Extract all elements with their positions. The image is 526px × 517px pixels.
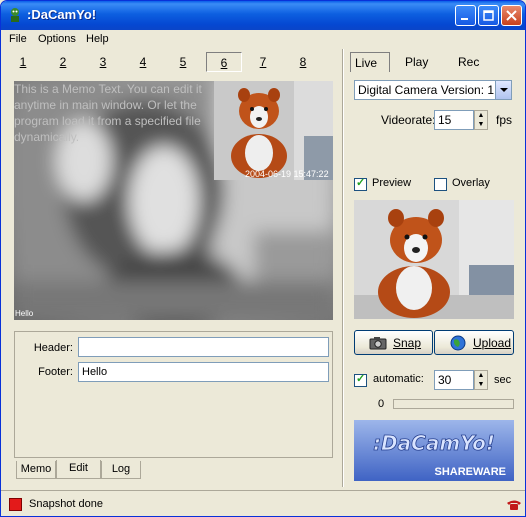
- header-label: Header:: [33, 342, 73, 354]
- maximize-icon: [483, 10, 494, 21]
- webcam-preview: This is a Memo Text. You can edit it any…: [14, 81, 333, 320]
- overlay-checkbox[interactable]: [434, 178, 447, 191]
- tab-live[interactable]: Live: [350, 52, 390, 72]
- spin-down-icon[interactable]: ▼: [475, 120, 487, 129]
- upload-button[interactable]: Upload: [434, 330, 514, 355]
- footer-label: Footer:: [38, 366, 73, 378]
- videorate-unit: fps: [496, 113, 513, 127]
- camera-select-value: Digital Camera Version: 1.14: [358, 83, 511, 97]
- snap-button[interactable]: Snap: [354, 330, 433, 355]
- tab-edit[interactable]: Edit: [56, 460, 101, 479]
- upload-button-label: Upload: [473, 336, 512, 350]
- videorate-input[interactable]: 15: [434, 110, 474, 130]
- automatic-interval-spinner[interactable]: ▲ ▼: [474, 370, 488, 390]
- window-title: :DaCamYo!: [27, 7, 97, 22]
- spin-up-icon[interactable]: ▲: [475, 111, 487, 120]
- tab-8[interactable]: 8: [285, 52, 321, 72]
- minimize-icon: [461, 18, 468, 20]
- videorate-spinner[interactable]: ▲ ▼: [474, 110, 488, 130]
- close-icon: [506, 10, 517, 21]
- title-bar[interactable]: :DaCamYo!: [1, 1, 525, 30]
- svg-text::DaCamYo!: :DaCamYo!: [373, 431, 495, 455]
- tab-play[interactable]: Play: [405, 52, 428, 72]
- timestamp-overlay: 2004-06-19 15:47:22: [245, 169, 329, 179]
- footer-input[interactable]: Hello: [78, 362, 329, 382]
- tab-1[interactable]: 1: [5, 52, 41, 72]
- shareware-banner[interactable]: :DaCamYo! SHAREWARE: [354, 420, 514, 481]
- footer-overlay-text: Hello: [15, 309, 34, 318]
- automatic-interval-input[interactable]: 30: [434, 370, 474, 390]
- status-text: Snapshot done: [29, 498, 104, 510]
- videorate-label: Videorate:: [381, 113, 436, 127]
- menu-bar: File Options Help: [1, 30, 525, 49]
- progress-label: 0: [378, 398, 385, 410]
- svg-text:SHAREWARE: SHAREWARE: [434, 466, 506, 478]
- tab-log[interactable]: Log: [101, 461, 141, 479]
- tab-rec[interactable]: Rec: [458, 52, 479, 72]
- maximize-button[interactable]: [478, 5, 499, 26]
- dacamyo-logo: :DaCamYo! SHAREWARE: [354, 420, 514, 481]
- panel-divider: [342, 49, 344, 487]
- tab-4[interactable]: 4: [125, 52, 161, 72]
- camera-icon: [369, 337, 387, 350]
- close-button[interactable]: [501, 5, 522, 26]
- tab-5[interactable]: 5: [165, 52, 201, 72]
- status-indicator: [9, 498, 22, 511]
- phone-icon: [507, 500, 521, 510]
- minimize-button[interactable]: [455, 5, 476, 26]
- edit-panel: Header: Footer: Hello: [14, 331, 333, 458]
- snap-button-label: Snap: [393, 336, 422, 350]
- menu-help[interactable]: Help: [86, 33, 109, 45]
- tab-memo[interactable]: Memo: [16, 461, 56, 479]
- overlay-checkbox-label: Overlay: [452, 177, 490, 189]
- automatic-checkbox[interactable]: [354, 372, 367, 387]
- spin-up-icon[interactable]: ▲: [475, 371, 487, 380]
- app-icon: [11, 8, 19, 22]
- menu-file[interactable]: File: [9, 33, 27, 45]
- upload-progress-bar: [393, 399, 514, 409]
- main-window: :DaCamYo! File Options Help 1 2 3 4 5 6 …: [0, 0, 526, 517]
- live-preview-image: [354, 200, 514, 319]
- camera-select[interactable]: Digital Camera Version: 1.14: [354, 80, 512, 100]
- tab-2[interactable]: 2: [45, 52, 81, 72]
- status-bar: Snapshot done: [1, 490, 525, 516]
- chevron-down-icon[interactable]: [495, 81, 511, 99]
- header-input[interactable]: [78, 337, 329, 357]
- preview-checkbox[interactable]: [354, 176, 367, 191]
- menu-options[interactable]: Options: [38, 33, 76, 45]
- preview-checkbox-label: Preview: [372, 177, 412, 189]
- memo-overlay-text: This is a Memo Text. You can edit it any…: [14, 82, 202, 144]
- tab-6[interactable]: 6: [206, 52, 242, 72]
- tab-7[interactable]: 7: [245, 52, 281, 72]
- globe-icon: [450, 335, 466, 351]
- automatic-label: automatic:: [373, 373, 424, 385]
- automatic-unit: sec: [494, 374, 512, 386]
- spin-down-icon[interactable]: ▼: [475, 380, 487, 389]
- camera-thumbnail: [214, 81, 333, 180]
- tab-3[interactable]: 3: [85, 52, 121, 72]
